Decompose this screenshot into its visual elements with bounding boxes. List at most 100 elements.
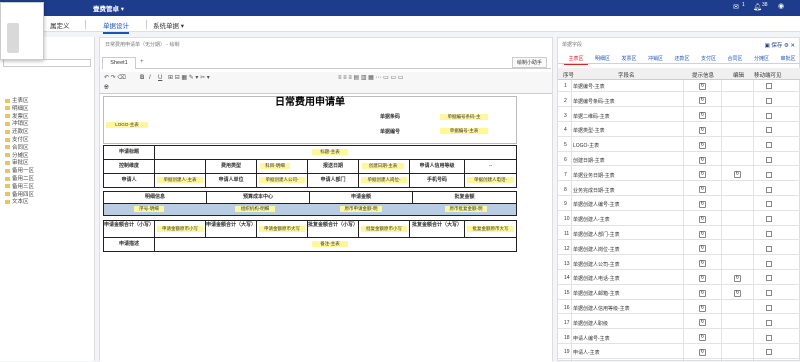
tree-item[interactable]: 还款区 [5, 129, 34, 137]
save-button[interactable]: 保存 [771, 43, 782, 49]
mobile-visible-checkbox[interactable] [766, 127, 772, 134]
tip-edit-icon[interactable]: ↻ [699, 126, 706, 134]
dropdown-popup[interactable] [0, 2, 44, 60]
region-tab[interactable]: 合同区 [723, 54, 747, 64]
table-row[interactable]: 3 单据二维码-主表 ↻ [558, 110, 800, 122]
region-tab[interactable]: 分摊区 [750, 54, 774, 64]
table-row[interactable]: 10 单据创建人-主表 ↻ [558, 213, 800, 226]
mobile-visible-checkbox[interactable] [766, 290, 772, 297]
fee-type-field[interactable]: 科目-明细 [260, 163, 290, 169]
credit-value[interactable]: -- [464, 159, 517, 174]
tip-edit-icon[interactable]: ↻ [699, 200, 706, 208]
region-tab[interactable]: 还款区 [670, 54, 694, 64]
undo-icon[interactable]: ↶ ↷ ⌫ [104, 74, 126, 82]
mobile-visible-checkbox[interactable] [766, 157, 772, 163]
tree-item[interactable]: 审批区 [5, 160, 34, 168]
menu-item-system-forms[interactable]: 系统单据 ▾ [153, 20, 184, 30]
table-row[interactable]: 7 单据业务日期-主表 ↻ ↻ [558, 169, 800, 182]
table-row[interactable]: 17 单据创建人职级 ↻ [558, 317, 800, 330]
table-row[interactable]: 13 单据创建人公司-主表 ↻ [558, 258, 800, 270]
app-switcher[interactable]: 壹费管卓 ▾ [93, 3, 124, 13]
mail-icon[interactable]: ✉ [733, 3, 739, 11]
edit-icon[interactable]: ↻ [734, 274, 741, 282]
tip-edit-icon[interactable]: ↻ [699, 289, 706, 297]
edit-icon[interactable]: ↻ [734, 289, 741, 297]
desc-field[interactable]: 备注-主表 [312, 241, 348, 247]
date-field[interactable]: 创建日期-主表 [362, 163, 404, 169]
save-icon[interactable]: ▣ [765, 43, 770, 49]
region-tab[interactable]: 主表区 [564, 54, 588, 65]
table-row[interactable]: 8 业务完成日期-主表 ↻ [558, 184, 800, 196]
tip-edit-icon[interactable]: ↻ [699, 274, 706, 282]
table-row[interactable]: 18 申请人编号-主表 ↻ [558, 332, 800, 344]
tip-edit-icon[interactable]: ↻ [699, 319, 706, 327]
tip-edit-icon[interactable]: ↻ [699, 230, 706, 238]
tip-edit-icon[interactable]: ↻ [699, 334, 706, 342]
bold-icon[interactable]: B [140, 74, 144, 82]
tip-edit-icon[interactable]: ↻ [699, 141, 706, 149]
mobile-visible-checkbox[interactable] [766, 83, 772, 89]
form-title[interactable]: 日常费用申请单 [260, 96, 360, 110]
region-tab[interactable]: 发票区 [617, 54, 641, 64]
detail-org-field[interactable]: 组织机构-明细 [235, 206, 275, 212]
add-sheet-icon[interactable]: + [140, 59, 144, 65]
avatar[interactable]: ◉ [778, 2, 784, 10]
table-row[interactable]: 1 单据编号-主表 ↻ [558, 80, 800, 93]
approve-small-field[interactable]: 批复金额原币小写 [361, 226, 407, 232]
region-tab[interactable]: 审批区 [776, 54, 800, 64]
table-row[interactable]: 4 单据类型-主表 ↻ [558, 124, 800, 137]
tip-edit-icon[interactable]: ↻ [699, 112, 706, 120]
edit-icon[interactable]: ↻ [734, 171, 741, 179]
mobile-visible-checkbox[interactable] [766, 186, 772, 193]
settings-icon[interactable]: ⚙ ✕ [784, 43, 795, 49]
tip-edit-icon[interactable]: ↻ [699, 215, 706, 223]
mobile-visible-checkbox[interactable] [766, 97, 772, 104]
region-tab[interactable]: 支付区 [697, 54, 721, 64]
tip-edit-icon[interactable]: ↻ [699, 304, 706, 312]
mobile-visible-checkbox[interactable] [766, 349, 772, 356]
tip-edit-icon[interactable]: ↻ [699, 348, 706, 356]
tree-item[interactable]: 支付区 [5, 137, 34, 145]
unit-field[interactable]: 单据创建人公司- [259, 177, 305, 183]
tip-edit-icon[interactable]: ↻ [699, 260, 706, 268]
region-tab[interactable]: 冲销区 [644, 54, 668, 64]
tree-item[interactable]: 主表区 [5, 98, 34, 106]
tree-item[interactable]: 备用二区 [5, 176, 34, 184]
tree-item[interactable]: 文本区 [5, 199, 34, 207]
mobile-visible-checkbox[interactable] [766, 319, 772, 326]
globe-icon[interactable]: 🌐︎ [104, 84, 109, 92]
tree-item[interactable]: 合同区 [5, 145, 34, 153]
mobile-visible-checkbox[interactable] [766, 245, 772, 252]
mobile-visible-checkbox[interactable] [766, 275, 772, 282]
tree-item[interactable]: 备用三区 [5, 184, 34, 192]
apply-title-field[interactable]: 标题-主表 [312, 149, 348, 155]
approve-big-field[interactable]: 批复金额原币大写 [467, 226, 514, 232]
mobile-visible-checkbox[interactable] [766, 112, 772, 119]
table-row[interactable]: 5 LOGO-主表 ↻ [558, 139, 800, 152]
tree-item[interactable]: 明细区 [5, 106, 34, 114]
tip-edit-icon[interactable]: ↻ [699, 171, 706, 179]
table-row[interactable]: 2 单据编号条码-主表 ↻ [558, 95, 800, 108]
region-tab[interactable]: 明细区 [591, 54, 615, 64]
phone-field[interactable]: 单据创建人电话- [467, 177, 514, 183]
tree-search-input[interactable] [3, 59, 91, 67]
tip-edit-icon[interactable]: ↻ [699, 245, 706, 253]
table-row[interactable]: 12 单据创建人岗位-主表 ↻ [558, 243, 800, 256]
format-icons[interactable]: ⊞ ⊟ ▦ ✎ ▾ ✂ ▾ [168, 74, 210, 82]
dept-field[interactable]: 单据创建人岗位- [361, 177, 407, 183]
logo-field[interactable]: LOGO-主表 [106, 122, 148, 128]
mobile-visible-checkbox[interactable] [766, 171, 772, 178]
barcode-field[interactable]: 单据编号条码-主 [440, 114, 488, 120]
table-row[interactable]: 15 单据创建人邮箱-主表 ↻ ↻ [558, 287, 800, 300]
mobile-visible-checkbox[interactable] [766, 334, 772, 341]
total-big-field[interactable]: 申请金额原币大写 [259, 226, 305, 232]
detail-apply-field[interactable]: 原币申请金额-明 [340, 206, 382, 212]
detail-approve-field[interactable]: 原币批复金额-明 [445, 206, 487, 212]
mobile-visible-checkbox[interactable] [766, 260, 772, 267]
mobile-visible-checkbox[interactable] [766, 201, 772, 208]
table-row[interactable]: 19 申请人-主表 ↻ [558, 346, 800, 359]
table-row[interactable]: 14 单据创建人电话-主表 ↻ ↻ [558, 272, 800, 285]
number-field[interactable]: 单据编号-主表 [440, 128, 488, 134]
bell-icon[interactable]: 🔔︎ [753, 3, 762, 11]
mobile-visible-checkbox[interactable] [766, 216, 772, 223]
